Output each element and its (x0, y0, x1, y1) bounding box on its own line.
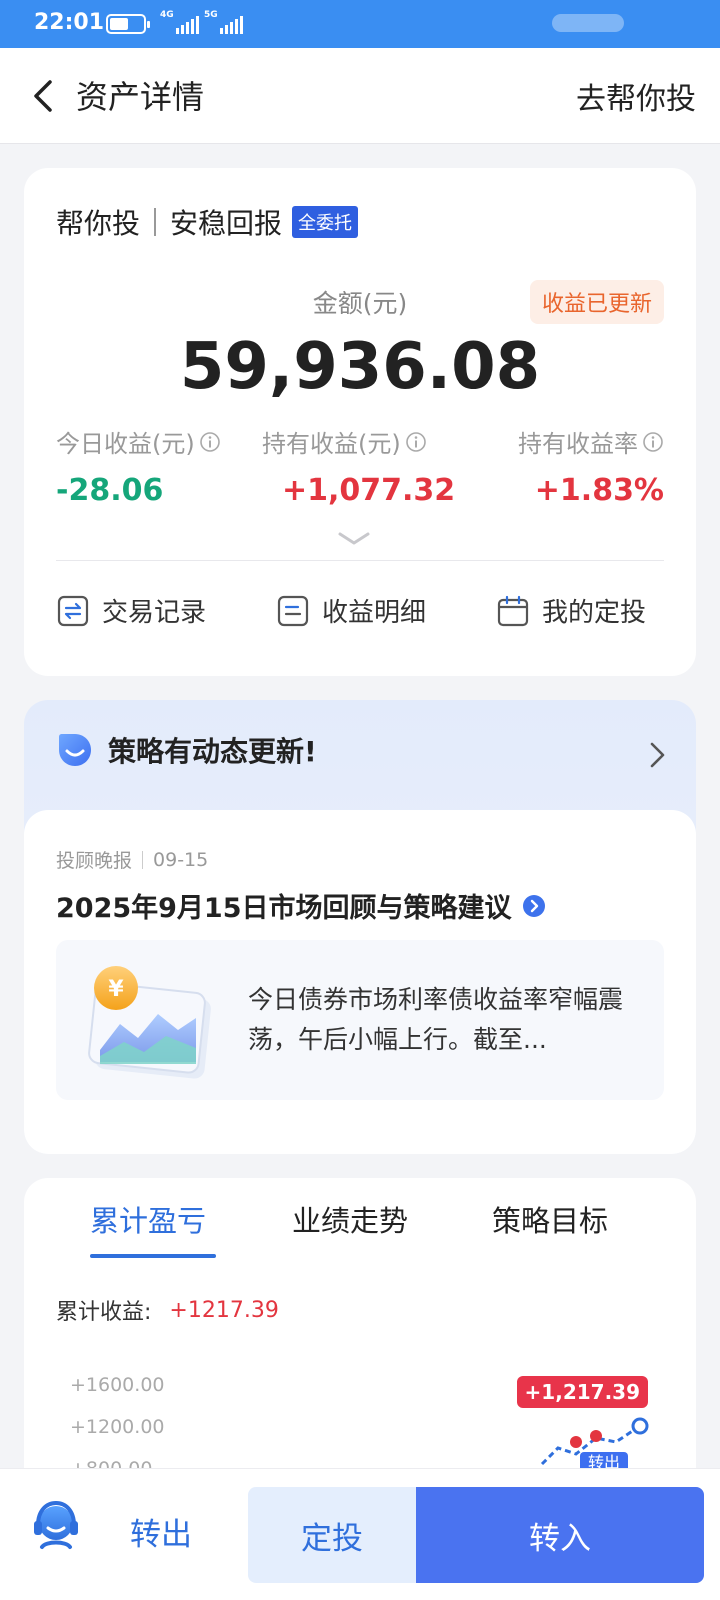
divider (142, 850, 144, 869)
latest-value-flag: +1,217.39 (516, 1376, 648, 1408)
performance-tabs: 累计盈亏 业绩走势 策略目标 (24, 1198, 696, 1258)
divider (154, 208, 157, 236)
chart-coin-illustration-icon: ¥ (88, 966, 211, 1079)
bottom-action-bar: 转出 定投 转入 (0, 1468, 720, 1600)
tab-strategy-target[interactable]: 策略目标 (492, 1198, 608, 1240)
holding-return-rate: 持有收益率 +1.83% (518, 424, 664, 508)
product-prefix: 帮你投 (56, 207, 141, 240)
quick-action-label: 收益明细 (322, 598, 427, 628)
page-title: 资产详情 (76, 78, 205, 116)
mandate-tag: 全委托 (292, 206, 359, 238)
info-icon[interactable] (642, 431, 664, 453)
total-amount: 59,936.08 (179, 330, 541, 404)
holding-earnings-value: +1,077.32 (282, 473, 456, 508)
svg-text:¥: ¥ (108, 977, 124, 1002)
chat-bubble-icon (59, 734, 91, 766)
go-invest-link[interactable]: 去帮你投 (576, 74, 696, 118)
customer-service-icon[interactable] (28, 1497, 84, 1553)
back-arrow-icon[interactable] (26, 78, 60, 114)
strategy-header-text: 策略有动态更新! (108, 735, 317, 768)
status-time: 22:01 (34, 10, 105, 35)
list-icon (277, 595, 309, 626)
signal-5g-icon: 5G (204, 10, 254, 36)
cumulative-label: 累计收益: (56, 1300, 152, 1325)
transfer-in-button[interactable]: 转入 (416, 1487, 704, 1583)
chevron-right-icon[interactable] (648, 740, 668, 770)
asset-card: 帮你投 安稳回报 全委托 金额(元) 收益已更新 59,936.08 今日收益(… (24, 168, 696, 676)
holding-return-rate-label: 持有收益率 (518, 430, 638, 458)
circle-arrow-icon[interactable] (522, 894, 546, 918)
signal-4g-icon: 4G (160, 10, 204, 36)
today-earnings-value: -28.06 (56, 473, 164, 508)
tab-performance-trend[interactable]: 业绩走势 (292, 1198, 408, 1240)
report-summary-box[interactable]: ¥ 今日债券市场利率债收益率窄幅震荡，午后小幅上行。截至... (56, 940, 664, 1100)
info-icon[interactable] (199, 431, 221, 453)
cumulative-value: +1217.39 (169, 1297, 279, 1323)
flag-label: 转出 (588, 1453, 620, 1468)
fixed-investment-button[interactable]: 定投 (248, 1487, 416, 1583)
quick-action-transactions[interactable]: 交易记录 (56, 592, 206, 629)
calendar-icon (497, 595, 529, 626)
y-tick-label: +1600.00 (70, 1374, 165, 1396)
network-label-4g: 4G (160, 10, 174, 20)
transfer-out-button[interactable]: 转出 (130, 1509, 192, 1554)
holding-return-rate-value: +1.83% (534, 473, 664, 508)
tab-cumulative-pnl[interactable]: 累计盈亏 (90, 1198, 206, 1240)
swap-icon (57, 595, 89, 626)
status-bar: 22:01 4G 5G (0, 0, 720, 48)
active-tab-indicator (90, 1254, 216, 1258)
performance-card: 累计盈亏 业绩走势 策略目标 累计收益: +1217.39 +1600.00 +… (24, 1178, 696, 1470)
product-name: 帮你投 安稳回报 全委托 (56, 202, 359, 242)
holding-earnings: 持有收益(元) +1,077.32 (262, 424, 455, 508)
chevron-down-icon[interactable] (336, 530, 372, 548)
status-notification-area (552, 14, 624, 32)
strategy-update-section[interactable]: 策略有动态更新! 投顾晚报 09-15 2025年9月15日市场回顾与策略建议 (24, 700, 696, 1154)
holding-earnings-label: 持有收益(元) (262, 430, 401, 458)
battery-icon (106, 14, 150, 34)
quick-action-my-fixed-investment[interactable]: 我的定投 (496, 592, 646, 629)
quick-action-label: 交易记录 (102, 598, 207, 628)
network-label-5g: 5G (204, 10, 218, 20)
quick-action-label: 我的定投 (542, 598, 647, 628)
info-icon[interactable] (405, 431, 427, 453)
report-card[interactable]: 投顾晚报 09-15 2025年9月15日市场回顾与策略建议 ¥ 今日债券市场利… (24, 810, 696, 1154)
chart-markers-icon: 转出 (540, 1417, 649, 1468)
today-earnings-label: 今日收益(元) (56, 430, 195, 458)
report-summary: 今日债券市场利率债收益率窄幅震荡，午后小幅上行。截至... (248, 985, 624, 1054)
battery-fill (110, 18, 128, 30)
y-tick-label: +1200.00 (70, 1416, 165, 1438)
report-type: 投顾晚报 (56, 850, 133, 872)
report-title: 2025年9月15日市场回顾与策略建议 (56, 893, 512, 924)
report-date: 09-15 (153, 848, 209, 871)
quick-action-earnings-detail[interactable]: 收益明细 (276, 592, 426, 629)
divider (56, 560, 664, 561)
nav-bar: 资产详情 去帮你投 (0, 48, 720, 144)
product-strategy-name: 安稳回报 (170, 207, 283, 240)
updated-badge: 收益已更新 (529, 280, 664, 324)
today-earnings: 今日收益(元) -28.06 (56, 424, 221, 508)
